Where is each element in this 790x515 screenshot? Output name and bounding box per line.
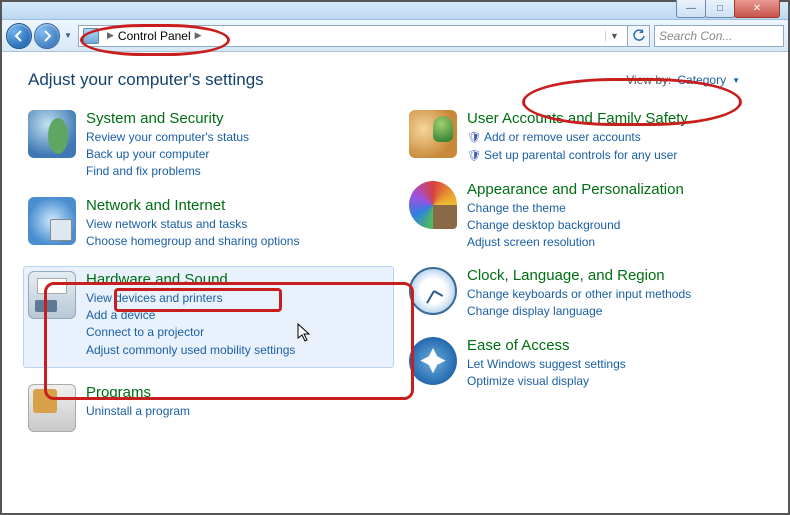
category-programs: Programs Uninstall a program [28,384,389,432]
view-by-value[interactable]: Category [677,73,726,87]
task-link[interactable]: View devices and printers [86,290,389,306]
close-button[interactable]: ✕ [734,0,780,18]
navigation-bar: ▼ ▶ Control Panel ▶ ▼ Search Con... [2,20,788,52]
category-appearance: Appearance and Personalization Change the… [409,181,770,252]
category-hardware-sound: Hardware and Sound View devices and print… [23,266,394,368]
task-link[interactable]: Review your computer's status [86,129,389,145]
task-link[interactable]: Add or remove user accounts [467,129,770,146]
task-link[interactable]: Back up your computer [86,146,389,162]
control-panel-icon [83,28,99,44]
breadcrumb-sep: ▶ [107,30,114,41]
task-link[interactable]: Adjust commonly used mobility settings [86,342,389,358]
task-link[interactable]: Change desktop background [467,217,770,233]
task-link[interactable]: Optimize visual display [467,373,770,389]
titlebar: — □ ✕ [2,2,788,20]
breadcrumb-item[interactable]: Control Panel [118,29,191,43]
task-link[interactable]: Connect to a projector [86,324,389,340]
ease-of-access-icon[interactable] [409,337,457,385]
category-system-security: System and Security Review your computer'… [28,110,389,181]
hardware-sound-icon[interactable] [28,271,76,319]
clock-language-region-icon[interactable] [409,267,457,315]
search-input[interactable]: Search Con... [654,25,784,47]
network-internet-icon[interactable] [28,197,76,245]
appearance-icon[interactable] [409,181,457,229]
task-link[interactable]: Change keyboards or other input methods [467,286,770,302]
page-title: Adjust your computer's settings [28,70,264,90]
category-ease-of-access: Ease of Access Let Windows suggest settin… [409,337,770,390]
category-title-ease-of-access[interactable]: Ease of Access [467,337,570,354]
view-by-label: View by: [626,73,671,87]
task-link[interactable]: Uninstall a program [86,403,389,419]
back-button[interactable] [6,23,32,49]
task-link[interactable]: View network status and tasks [86,216,389,232]
refresh-button[interactable] [628,25,650,47]
category-user-accounts: User Accounts and Family Safety Add or re… [409,110,770,165]
address-bar[interactable]: ▶ Control Panel ▶ ▼ [78,25,628,47]
category-title-hardware-sound[interactable]: Hardware and Sound [86,271,228,288]
category-title-user-accounts[interactable]: User Accounts and Family Safety [467,110,688,127]
recent-locations-dropdown[interactable]: ▼ [62,25,74,47]
category-title-programs[interactable]: Programs [86,384,151,401]
task-link[interactable]: Find and fix problems [86,163,389,179]
view-by-control[interactable]: View by: Category ▼ [626,73,770,87]
task-link[interactable]: Change display language [467,303,770,319]
task-link[interactable]: Add a device [86,307,389,323]
chevron-down-icon: ▼ [732,76,740,85]
user-accounts-icon[interactable] [409,110,457,158]
minimize-button[interactable]: — [676,0,706,18]
category-title-system-security[interactable]: System and Security [86,110,224,127]
category-title-network-internet[interactable]: Network and Internet [86,197,225,214]
breadcrumb-sep[interactable]: ▶ [195,30,202,41]
category-title-clock-language-region[interactable]: Clock, Language, and Region [467,267,665,284]
content-area: Adjust your computer's settings View by:… [2,52,788,513]
programs-icon[interactable] [28,384,76,432]
task-link[interactable]: Choose homegroup and sharing options [86,233,389,249]
task-link[interactable]: Change the theme [467,200,770,216]
task-link[interactable]: Set up parental controls for any user [467,147,770,164]
maximize-button[interactable]: □ [705,0,735,18]
system-security-icon[interactable] [28,110,76,158]
task-link[interactable]: Adjust screen resolution [467,234,770,250]
category-title-appearance[interactable]: Appearance and Personalization [467,181,684,198]
forward-button[interactable] [34,23,60,49]
task-link[interactable]: Let Windows suggest settings [467,356,770,372]
address-history-dropdown[interactable]: ▼ [605,31,623,41]
category-network-internet: Network and Internet View network status … [28,197,389,250]
category-clock-language-region: Clock, Language, and Region Change keyboa… [409,267,770,320]
search-placeholder: Search Con... [659,29,732,43]
